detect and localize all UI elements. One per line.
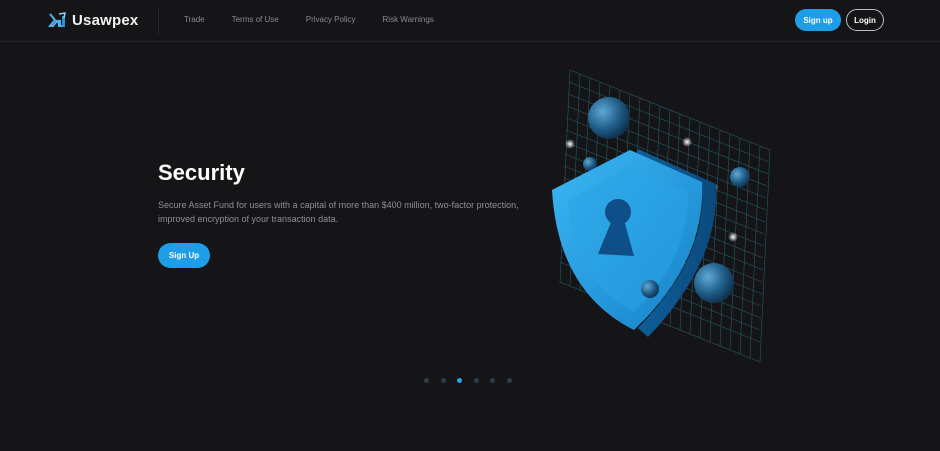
- header-divider: [158, 8, 159, 34]
- carousel-dot[interactable]: [424, 378, 429, 383]
- carousel-dot[interactable]: [506, 378, 512, 383]
- carousel-dot[interactable]: [490, 378, 495, 383]
- carousel-dot[interactable]: [473, 378, 479, 383]
- carousel-dot[interactable]: [440, 378, 446, 383]
- page: Usawpex Trade Terms of Use Privacy Polic…: [0, 0, 940, 451]
- hero-signup-button[interactable]: Sign Up: [158, 243, 210, 268]
- shield-keyhole-icon: [552, 69, 771, 362]
- carousel-dots: [424, 378, 523, 383]
- main-nav: Trade Terms of Use Privacy Policy Risk W…: [184, 15, 461, 24]
- brand-name: Usawpex: [72, 11, 139, 29]
- nav-item-terms-of-use[interactable]: Terms of Use: [232, 15, 279, 24]
- logo-icon: [48, 12, 66, 27]
- carousel-dot-active[interactable]: [457, 378, 462, 383]
- hero-title: Security: [158, 160, 245, 185]
- nav-item-risk-warnings[interactable]: Risk Warnings: [383, 15, 434, 24]
- header-login-button[interactable]: Login: [846, 9, 884, 31]
- nav-item-trade[interactable]: Trade: [184, 15, 205, 24]
- header-signup-button[interactable]: Sign up: [795, 9, 841, 31]
- nav-item-privacy-policy[interactable]: Privacy Policy: [306, 15, 356, 24]
- top-header: Usawpex Trade Terms of Use Privacy Polic…: [0, 0, 940, 42]
- brand-logo[interactable]: Usawpex: [48, 10, 138, 30]
- hero-description: Secure Asset Fund for users with a capit…: [158, 200, 519, 224]
